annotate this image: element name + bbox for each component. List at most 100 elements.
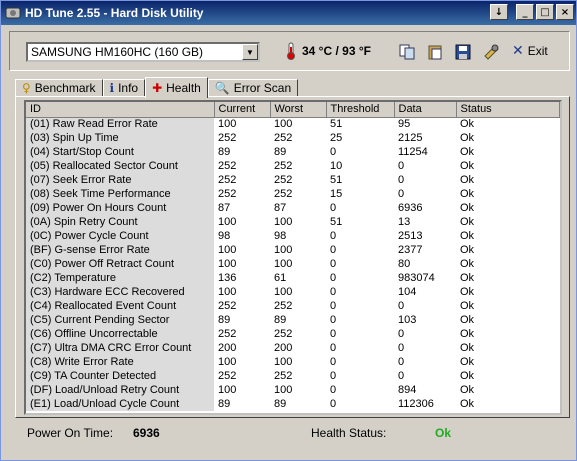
cell-status: Ok [460, 300, 475, 312]
cell-id: (09) Power On Hours Count [26, 201, 214, 215]
cell-threshold: 25 [330, 132, 343, 144]
tab-benchmark[interactable]: ♀ Benchmark [15, 79, 103, 97]
table-row[interactable]: (E1) Load/Unload Cycle Count 89 89 0 112306 O… [26, 397, 560, 411]
error-scan-icon: 🔍 [214, 81, 230, 95]
table-row[interactable]: (C9) TA Counter Detected 252 252 0 0 Ok [26, 369, 560, 383]
cell-current: 252 [218, 132, 237, 144]
table-row[interactable]: (C8) Write Error Rate 100 100 0 0 Ok [26, 355, 560, 369]
cell-worst: 100 [274, 286, 293, 298]
tab-error-scan[interactable]: 🔍 Error Scan [207, 79, 299, 97]
cell-current: 252 [218, 188, 237, 200]
health-status-label: Health Status: [311, 426, 387, 440]
tray-button[interactable]: ↓ [490, 4, 508, 20]
cell-current: 100 [218, 356, 237, 368]
table-row[interactable]: (0C) Power Cycle Count 98 98 0 2513 Ok [26, 229, 560, 243]
tab-info-label: Info [118, 81, 139, 95]
cell-current: 98 [218, 230, 231, 242]
column-header-status[interactable]: Status [456, 102, 560, 118]
cell-threshold: 0 [330, 146, 337, 158]
column-header-id[interactable]: ID [26, 102, 215, 118]
smart-table-container: ID Current Worst Threshold Data Status (… [24, 100, 562, 415]
exit-button[interactable]: ✕ Exit [512, 43, 548, 59]
cell-threshold: 0 [330, 272, 337, 284]
power-on-time-label: Power On Time: [27, 426, 114, 440]
table-row[interactable]: (08) Seek Time Performance 252 252 15 0 Ok [26, 187, 560, 201]
cell-data: 103 [398, 314, 417, 326]
cell-worst: 252 [274, 188, 293, 200]
cell-data: 0 [398, 342, 405, 354]
table-row[interactable]: (C5) Current Pending Sector 89 89 0 103 Ok [26, 313, 560, 327]
title-bar[interactable]: HD Tune 2.55 - Hard Disk Utility ↓ _ □ × [1, 1, 576, 25]
cell-current: 100 [218, 258, 237, 270]
cell-status: Ok [460, 244, 475, 256]
tab-health-label: Health [166, 81, 201, 95]
table-row[interactable]: (C2) Temperature 136 61 0 983074 Ok [26, 271, 560, 285]
cell-current: 87 [218, 202, 231, 214]
table-row[interactable]: (C6) Offline Uncorrectable 252 252 0 0 Ok [26, 327, 560, 341]
chevron-down-icon[interactable]: ▼ [242, 44, 258, 60]
cell-current: 252 [218, 174, 237, 186]
cell-status: Ok [460, 160, 475, 172]
cell-data: 0 [398, 370, 405, 382]
cell-status: Ok [460, 398, 475, 410]
cell-data: 0 [398, 356, 405, 368]
table-row[interactable]: (C4) Reallocated Event Count 252 252 0 0 Ok [26, 299, 560, 313]
cell-current: 252 [218, 160, 237, 172]
cell-worst: 100 [274, 244, 293, 256]
drive-select[interactable]: SAMSUNG HM160HC (160 GB) ▼ [26, 42, 260, 62]
column-header-threshold[interactable]: Threshold [326, 102, 395, 118]
table-row[interactable]: (BF) G-sense Error Rate 100 100 0 2377 Ok [26, 243, 560, 257]
cell-status: Ok [460, 286, 475, 298]
options-icon[interactable] [482, 43, 500, 61]
cell-id: (C6) Offline Uncorrectable [26, 327, 214, 341]
paste-icon[interactable] [426, 43, 444, 61]
maximize-button[interactable]: □ [536, 4, 554, 20]
table-row[interactable]: (09) Power On Hours Count 87 87 0 6936 Ok [26, 201, 560, 215]
cell-data: 104 [398, 286, 417, 298]
cell-status: Ok [460, 258, 475, 270]
cell-id: (05) Reallocated Sector Count [26, 159, 214, 173]
cell-status: Ok [460, 314, 475, 326]
cell-status: Ok [460, 356, 475, 368]
cell-data: 11254 [398, 146, 428, 158]
column-header-worst[interactable]: Worst [270, 102, 327, 118]
cell-data: 95 [398, 118, 411, 131]
tab-info[interactable]: ℹ Info [102, 79, 146, 97]
cell-data: 2377 [398, 244, 423, 256]
health-icon: ✚ [152, 81, 163, 95]
table-row[interactable]: (C0) Power Off Retract Count 100 100 0 80 Ok [26, 257, 560, 271]
table-row[interactable]: (05) Reallocated Sector Count 252 252 10 0 Ok [26, 159, 560, 173]
table-row[interactable]: (0A) Spin Retry Count 100 100 51 13 Ok [26, 215, 560, 229]
health-panel: ID Current Worst Threshold Data Status (… [15, 96, 570, 418]
table-row[interactable]: (C7) Ultra DMA CRC Error Count 200 200 0 0 Ok [26, 341, 560, 355]
exit-icon: ✕ [512, 43, 524, 59]
table-row[interactable]: (01) Raw Read Error Rate 100 100 51 95 Ok [26, 117, 560, 131]
table-row[interactable]: (04) Start/Stop Count 89 89 0 11254 Ok [26, 145, 560, 159]
cell-status: Ok [460, 118, 475, 131]
cell-worst: 89 [274, 314, 287, 326]
smart-table: ID Current Worst Threshold Data Status (… [26, 102, 560, 411]
table-row[interactable]: (DF) Load/Unload Retry Count 100 100 0 894 Ok [26, 383, 560, 397]
close-button[interactable]: × [556, 4, 574, 20]
table-row[interactable]: (C3) Hardware ECC Recovered 100 100 0 104 Ok [26, 285, 560, 299]
table-row[interactable]: (07) Seek Error Rate 252 252 51 0 Ok [26, 173, 560, 187]
save-icon[interactable] [454, 43, 472, 61]
app-icon [5, 7, 21, 19]
cell-threshold: 51 [330, 118, 343, 131]
column-header-data[interactable]: Data [394, 102, 457, 118]
copy-icon[interactable] [398, 43, 416, 61]
cell-worst: 100 [274, 356, 293, 368]
cell-current: 252 [218, 300, 237, 312]
cell-worst: 100 [274, 384, 293, 396]
cell-id: (C0) Power Off Retract Count [26, 257, 214, 271]
cell-worst: 200 [274, 342, 293, 354]
cell-id: (C5) Current Pending Sector [26, 313, 214, 327]
cell-worst: 100 [274, 216, 293, 228]
column-header-current[interactable]: Current [214, 102, 271, 118]
power-on-time-value: 6936 [133, 426, 160, 440]
minimize-button[interactable]: _ [516, 4, 534, 20]
table-row[interactable]: (03) Spin Up Time 252 252 25 2125 Ok [26, 131, 560, 145]
tab-health[interactable]: ✚ Health [145, 77, 208, 98]
cell-id: (C4) Reallocated Event Count [26, 299, 214, 313]
cell-current: 252 [218, 328, 237, 340]
